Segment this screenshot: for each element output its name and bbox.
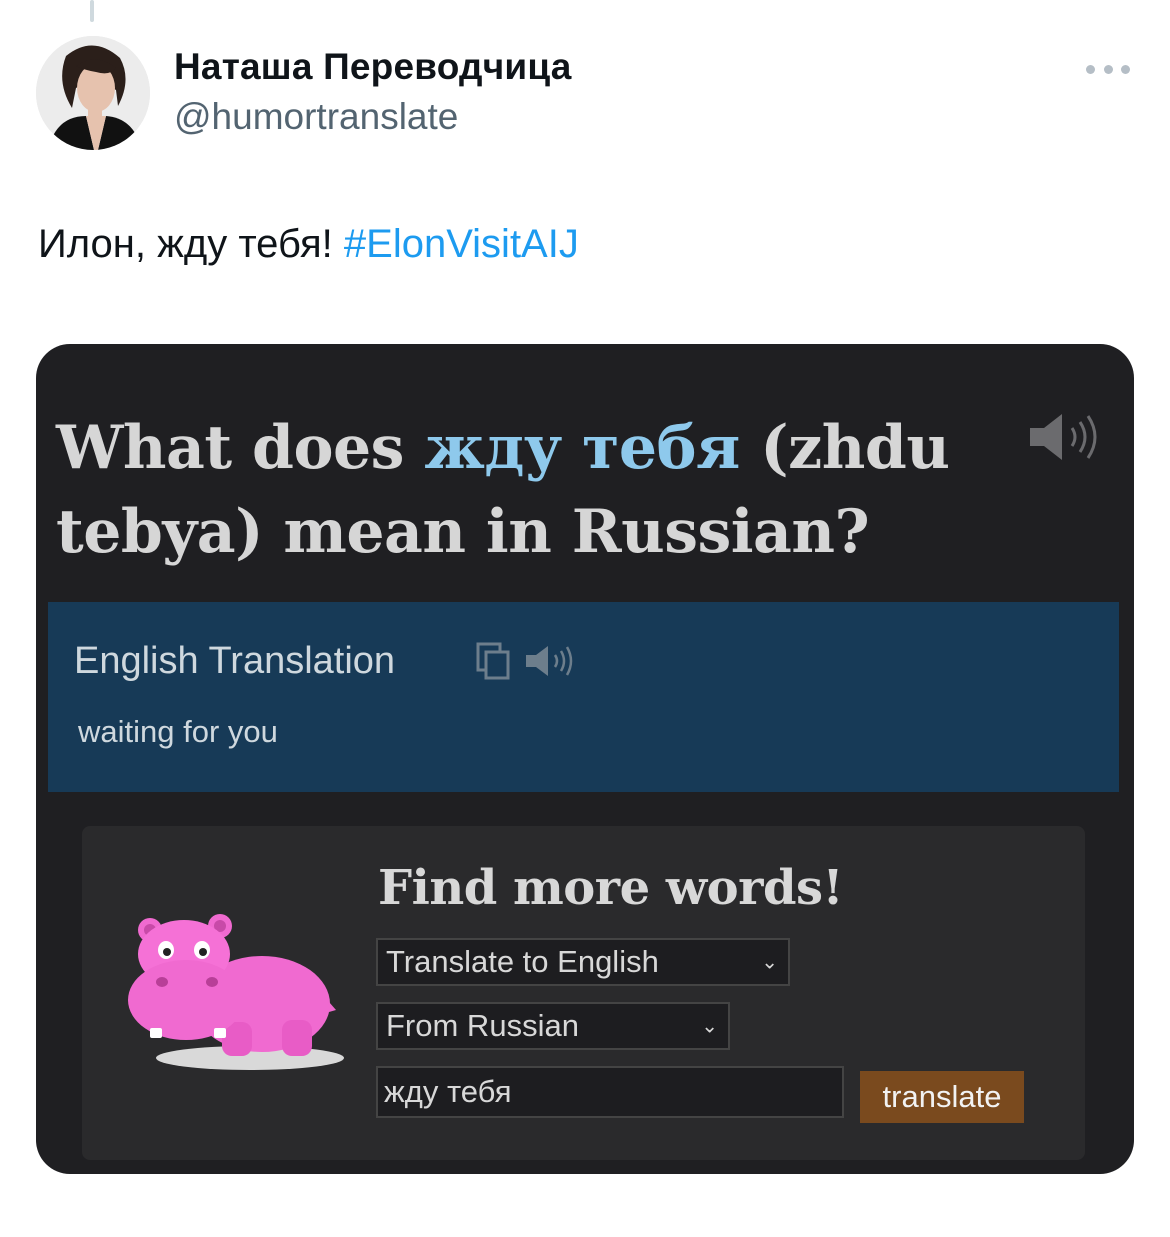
media-card[interactable]: What does жду тебя (zhdu tebya) mean in … (36, 344, 1134, 1174)
find-more-box: Find more words! Translate to English ⌄ … (82, 826, 1085, 1160)
translation-label: English Translation (74, 640, 396, 682)
heading-highlight: жду тебя (424, 413, 740, 483)
avatar-photo (36, 36, 150, 150)
source-language-value: From Russian (386, 1008, 579, 1043)
more-horizontal-icon[interactable] (1084, 56, 1132, 82)
copy-icon[interactable] (476, 642, 512, 680)
author-name[interactable]: Наташа Переводчица (174, 46, 572, 88)
chevron-down-icon: ⌄ (761, 951, 778, 974)
translation-panel: English Translation waiting for you (48, 602, 1119, 792)
thread-line (90, 0, 94, 22)
hashtag-link[interactable]: #ElonVisitAIJ (344, 222, 579, 266)
find-more-title: Find more words! (378, 860, 844, 916)
word-input[interactable]: жду тебя (376, 1066, 844, 1118)
hippo-mascot-icon (122, 902, 362, 1080)
avatar[interactable] (36, 36, 150, 150)
tweet-body: Илон, жду тебя! (38, 222, 344, 266)
tweet-text: Илон, жду тебя! #ElonVisitAIJ (38, 222, 579, 267)
heading-prefix: What does (56, 413, 425, 483)
target-language-select[interactable]: Translate to English ⌄ (376, 938, 790, 986)
translate-button[interactable]: translate (860, 1071, 1024, 1123)
author-handle[interactable]: @humortranslate (174, 96, 458, 138)
speaker-small-icon[interactable] (524, 644, 576, 678)
target-language-value: Translate to English (386, 944, 659, 979)
source-language-select[interactable]: From Russian ⌄ (376, 1002, 730, 1050)
translation-text: waiting for you (78, 714, 278, 749)
speaker-icon[interactable] (1026, 412, 1102, 462)
chevron-down-icon: ⌄ (701, 1015, 718, 1038)
page-heading: What does жду тебя (zhdu tebya) mean in … (56, 406, 956, 574)
